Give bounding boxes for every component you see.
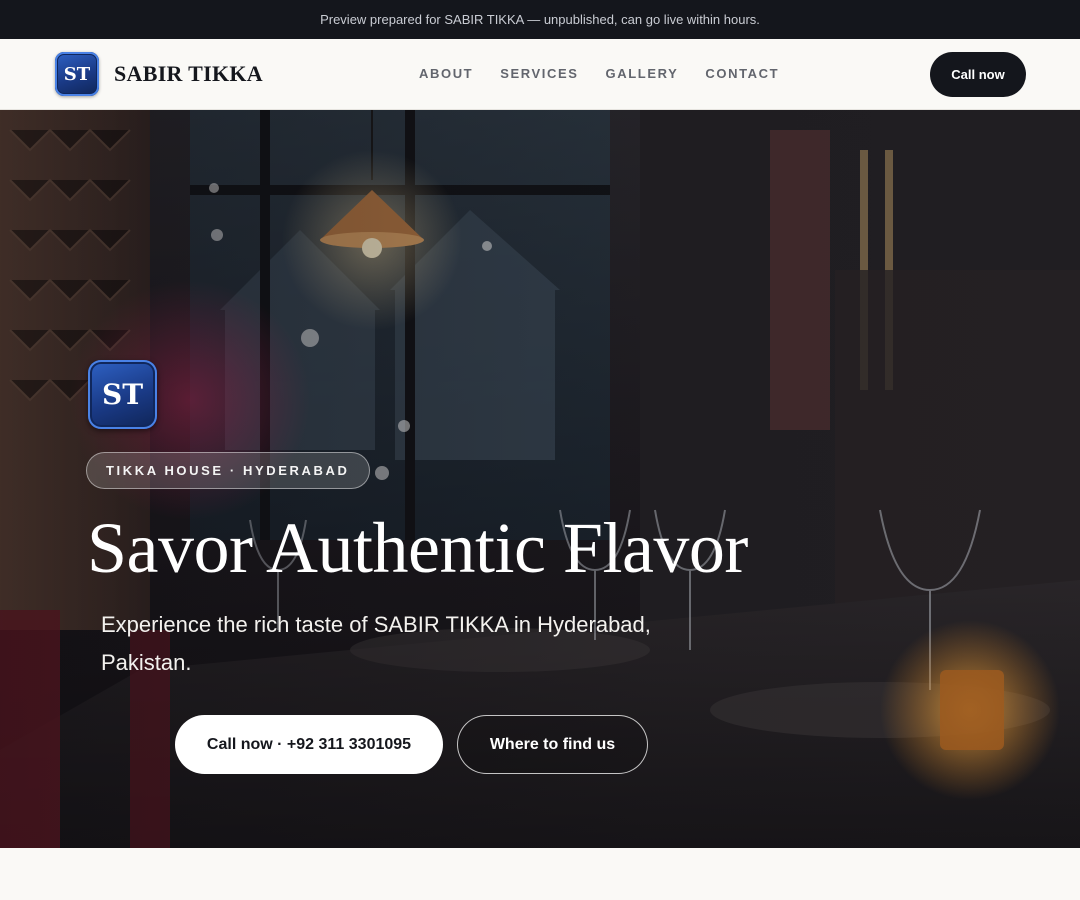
hero-title: Savor Authentic Flavor [87,508,748,588]
preview-banner-text: Preview prepared for SABIR TIKKA — unpub… [320,12,760,27]
logo-icon: ST [55,52,99,96]
header-call-button[interactable]: Call now [930,52,1026,97]
nav-link-services[interactable]: SERVICES [500,66,578,81]
site-header: ST SABIR TIKKA ABOUT SERVICES GALLERY CO… [0,39,1080,110]
main-nav: ABOUT SERVICES GALLERY CONTACT [419,66,779,81]
logo-initials: ST [63,63,91,85]
brand-name: SABIR TIKKA [114,61,263,86]
hero-location-button[interactable]: Where to find us [457,715,648,774]
hero-call-button[interactable]: Call now · +92 311 3301095 [175,715,443,774]
preview-banner: Preview prepared for SABIR TIKKA — unpub… [0,0,1080,39]
hero-logo-icon: ST [88,360,157,429]
hero-section: ST TIKKA HOUSE · HYDERABAD Savor Authent… [0,110,1080,848]
hero-subtitle: Experience the rich taste of SABIR TIKKA… [101,612,651,675]
nav-link-gallery[interactable]: GALLERY [606,66,679,81]
hero-tag-text: TIKKA HOUSE · HYDERABAD [106,463,350,478]
hero-tag-badge: TIKKA HOUSE · HYDERABAD [86,452,370,489]
hero-logo-initials: ST [101,378,144,411]
nav-link-about[interactable]: ABOUT [419,66,473,81]
brand-home-link[interactable]: ST SABIR TIKKA [55,52,263,96]
nav-link-contact[interactable]: CONTACT [705,66,779,81]
